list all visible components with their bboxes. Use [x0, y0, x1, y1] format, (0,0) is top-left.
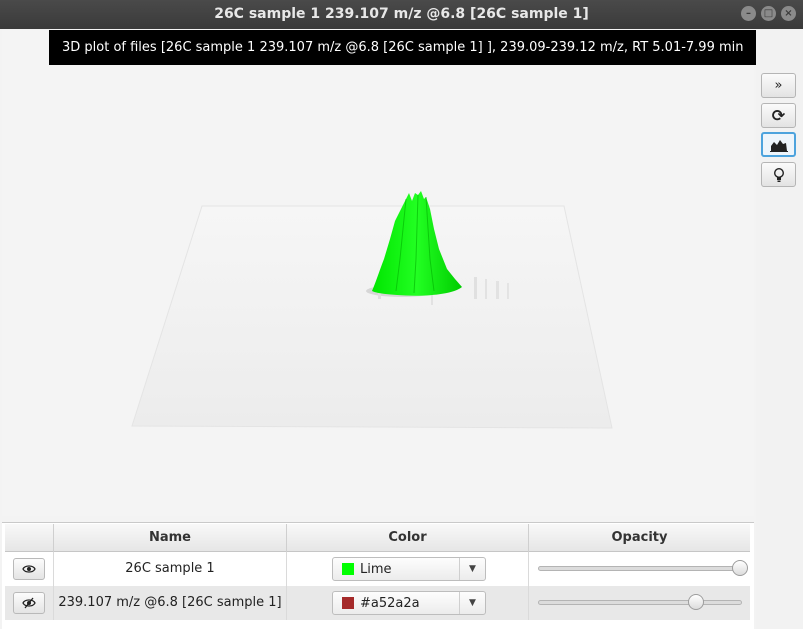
layer-name: 26C sample 1: [54, 552, 287, 586]
app-window: 26C sample 1 239.107 m/z @6.8 [26C sampl…: [0, 0, 803, 629]
client-area: 3D plot of files [26C sample 1 239.107 m…: [0, 29, 803, 629]
visibility-cell: [5, 586, 54, 620]
maximize-button[interactable]: □: [761, 6, 776, 21]
color-swatch: [342, 563, 354, 575]
minimize-button[interactable]: –: [741, 6, 756, 21]
3d-plot-canvas[interactable]: 3D plot of files [26C sample 1 239.107 m…: [2, 29, 756, 516]
expand-panel-button[interactable]: »: [761, 73, 796, 98]
side-toolbar: » ⟳: [756, 29, 803, 629]
double-chevron-right-icon: »: [774, 78, 783, 93]
visibility-cell: [5, 552, 54, 586]
eye-icon: [22, 565, 36, 573]
color-label: #a52a2a: [360, 596, 420, 611]
color-label: Lime: [360, 562, 392, 577]
refresh-button[interactable]: ⟳: [761, 103, 796, 128]
chevron-down-icon[interactable]: ▼: [459, 592, 485, 614]
area-chart-icon: [769, 139, 788, 152]
opacity-cell: [529, 552, 750, 586]
table-header: Name Color Opacity: [5, 524, 750, 552]
show-peak-button[interactable]: [761, 132, 796, 157]
table-row[interactable]: 26C sample 1 Lime ▼: [5, 552, 750, 586]
opacity-column-header[interactable]: Opacity: [529, 524, 750, 552]
layer-name: 239.107 m/z @6.8 [26C sample 1]: [54, 586, 287, 620]
opacity-cell: [529, 586, 750, 620]
color-cell: Lime ▼: [287, 552, 529, 586]
color-cell: #a52a2a ▼: [287, 586, 529, 620]
opacity-slider-track[interactable]: [538, 566, 742, 571]
eye-slash-icon: [22, 597, 36, 609]
layers-table: Name Color Opacity 26C sample 1 Lime ▼ 2…: [2, 522, 754, 629]
opacity-slider-thumb[interactable]: [732, 560, 748, 576]
table-row[interactable]: 239.107 m/z @6.8 [26C sample 1] #a52a2a …: [5, 586, 750, 620]
window-title: 26C sample 1 239.107 m/z @6.8 [26C sampl…: [214, 6, 589, 22]
name-column-header[interactable]: Name: [54, 524, 287, 552]
lighting-button[interactable]: [761, 162, 796, 187]
title-bar: 26C sample 1 239.107 m/z @6.8 [26C sampl…: [0, 0, 803, 29]
lightbulb-icon: [773, 167, 784, 182]
opacity-slider-thumb[interactable]: [688, 594, 704, 610]
chevron-down-icon[interactable]: ▼: [459, 558, 485, 580]
color-swatch: [342, 597, 354, 609]
close-button[interactable]: ×: [781, 6, 796, 21]
color-picker-dropdown[interactable]: #a52a2a ▼: [332, 591, 486, 615]
toggle-visibility-button[interactable]: [13, 558, 45, 580]
refresh-icon: ⟳: [771, 106, 786, 125]
color-picker-dropdown[interactable]: Lime ▼: [332, 557, 486, 581]
plot-floor-plane: [131, 205, 613, 429]
color-column-header[interactable]: Color: [287, 524, 529, 552]
3d-surface-plot[interactable]: [2, 29, 754, 516]
toggle-visibility-button[interactable]: [13, 592, 45, 614]
opacity-slider-track[interactable]: [538, 600, 742, 605]
plot-caption: 3D plot of files [26C sample 1 239.107 m…: [49, 30, 756, 65]
visibility-column-header[interactable]: [5, 524, 54, 552]
